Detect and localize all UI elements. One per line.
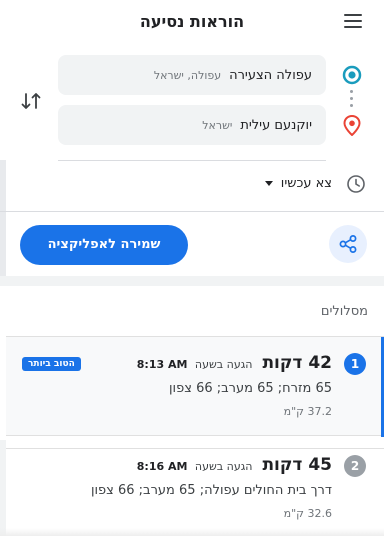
route-time-row: 42 דקות הגעה בשעה 8:13 AM [137,353,332,373]
swap-arrows-icon[interactable] [18,88,44,114]
arrival-label: הגעה בשעה [194,358,253,371]
panel-edge [0,160,6,280]
routes-section-label: מסלולים [320,304,368,319]
origin-region: עפולה, ישראל [153,68,222,82]
route-number-badge: 1 [344,353,366,375]
depart-time-label: צא עכשיו [280,176,332,191]
section-separator [0,276,384,286]
route-via: 65 מזרח; 65 מערב; 66 צפון [169,381,332,396]
depart-time-dropdown[interactable]: צא עכשיו [264,176,332,191]
route-option-1[interactable]: 1 42 דקות הגעה בשעה 8:13 AM 65 מזרח; 65 … [6,336,384,437]
route-distance: 37.2 ק"מ [283,405,332,418]
save-to-app-button[interactable]: שמירה לאפליקציה [20,225,188,265]
route-via: דרך בית החולים עפולה; 65 מערב; 66 צפון [90,483,332,498]
route-connector-dots [350,90,353,111]
route-arrival: הגעה בשעה 8:16 AM [137,460,253,473]
route-duration: 45 דקות [262,455,332,475]
divider [0,211,384,212]
origin-dot-icon [342,65,362,85]
route-option-2[interactable]: 2 45 דקות הגעה בשעה 8:16 AM דרך בית החול… [6,448,384,536]
origin-field[interactable]: עפולה הצעירה עפולה, ישראל [58,55,326,95]
map-pin-icon [343,114,361,136]
arrival-label: הגעה בשעה [194,460,253,473]
best-route-badge: הטוב ביותר [22,357,81,371]
clock-icon [347,175,365,193]
destination-field[interactable]: יוקנעם עילית ישראל [58,105,326,145]
route-duration: 42 דקות [262,353,332,373]
route-arrival: הגעה בשעה 8:13 AM [137,358,253,371]
route-time-row: 45 דקות הגעה בשעה 8:16 AM [137,455,332,475]
arrival-time: 8:13 AM [136,358,188,371]
share-icon [339,235,357,253]
route-number-badge: 2 [344,455,366,477]
destination-region: ישראל [202,118,233,132]
hamburger-menu-icon[interactable] [342,14,362,32]
share-button[interactable] [329,225,367,263]
destination-name: יוקנעם עילית [240,117,312,133]
app-header: הוראות נסיעה [0,0,384,44]
caret-down-icon [264,181,273,186]
origin-name: עפולה הצעירה [229,67,312,83]
arrival-time: 8:16 AM [136,460,188,473]
divider [58,160,326,161]
bottom-fade [0,528,384,536]
page-title: הוראות נסיעה [139,12,245,31]
route-distance: 32.6 ק"מ [283,507,332,520]
